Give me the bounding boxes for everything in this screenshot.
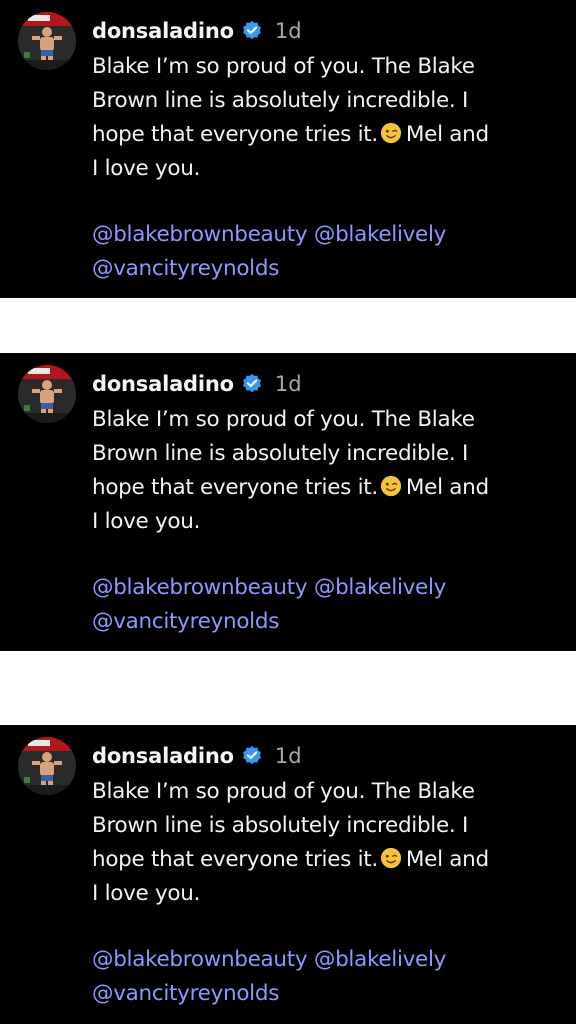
timestamp: 1d <box>274 19 302 43</box>
verified-badge-icon <box>242 20 261 40</box>
text-line: I love you. <box>92 509 201 534</box>
mention-link[interactable]: @vancityreynolds <box>92 981 279 1006</box>
username[interactable]: donsaladino <box>92 372 234 396</box>
mention-link[interactable]: @blakebrownbeauty <box>92 222 308 247</box>
text-line: Blake I’m so proud of you. The Blake <box>92 407 475 432</box>
timestamp: 1d <box>274 744 302 768</box>
comment-header: donsaladino 1d <box>92 741 302 771</box>
text-line: Blake I’m so proud of you. The Blake <box>92 54 475 79</box>
username[interactable]: donsaladino <box>92 19 234 43</box>
username[interactable]: donsaladino <box>92 744 234 768</box>
avatar[interactable] <box>18 737 76 795</box>
text-fragment: hope that everyone tries it. <box>92 122 378 147</box>
text-line: hope that everyone tries it. Mel and <box>92 118 562 152</box>
text-line: hope that everyone tries it. Mel and <box>92 471 562 505</box>
mention-link[interactable]: @blakelively <box>314 947 447 972</box>
mentions-line: @vancityreynolds <box>92 977 446 1011</box>
mention-link[interactable]: @blakelively <box>314 222 447 247</box>
mentions-line: @blakebrownbeauty @blakelively <box>92 571 446 605</box>
text-fragment: hope that everyone tries it. <box>92 847 378 872</box>
text-line: I love you. <box>92 156 201 181</box>
mention-link[interactable]: @vancityreynolds <box>92 609 279 634</box>
verified-badge-icon <box>242 373 261 393</box>
comment-card: donsaladino 1d Blake I’m so proud of you… <box>0 0 576 298</box>
avatar-image <box>18 12 76 70</box>
comment-text: Blake I’m so proud of you. The Blake Bro… <box>92 50 562 186</box>
winking-face-emoji-icon <box>380 847 402 869</box>
text-line: Brown line is absolutely incredible. I <box>92 813 469 838</box>
comment-header: donsaladino 1d <box>92 369 302 399</box>
text-line: Blake I’m so proud of you. The Blake <box>92 779 475 804</box>
text-fragment: Mel and <box>405 122 489 147</box>
mentions-line: @vancityreynolds <box>92 605 446 639</box>
text-line: I love you. <box>92 881 201 906</box>
timestamp: 1d <box>274 372 302 396</box>
mentions-line: @blakebrownbeauty @blakelively <box>92 943 446 977</box>
text-line: hope that everyone tries it. Mel and <box>92 843 562 877</box>
mention-link[interactable]: @blakelively <box>314 575 447 600</box>
winking-face-emoji-icon <box>380 122 402 144</box>
mentions-line: @vancityreynolds <box>92 252 446 286</box>
comment-text: Blake I’m so proud of you. The Blake Bro… <box>92 403 562 539</box>
text-line: Brown line is absolutely incredible. I <box>92 88 469 113</box>
text-fragment: Mel and <box>405 475 489 500</box>
mentions: @blakebrownbeauty @blakelively @vancityr… <box>92 218 446 286</box>
avatar-image <box>18 737 76 795</box>
comment-text: Blake I’m so proud of you. The Blake Bro… <box>92 775 562 911</box>
comment-card: donsaladino 1d Blake I’m so proud of you… <box>0 353 576 651</box>
comment-card: donsaladino 1d Blake I’m so proud of you… <box>0 725 576 1024</box>
mentions: @blakebrownbeauty @blakelively @vancityr… <box>92 943 446 1011</box>
avatar[interactable] <box>18 365 76 423</box>
verified-badge-icon <box>242 745 261 765</box>
mention-link[interactable]: @vancityreynolds <box>92 256 279 281</box>
avatar[interactable] <box>18 12 76 70</box>
text-fragment: hope that everyone tries it. <box>92 475 378 500</box>
avatar-image <box>18 365 76 423</box>
mention-link[interactable]: @blakebrownbeauty <box>92 947 308 972</box>
text-line: Brown line is absolutely incredible. I <box>92 441 469 466</box>
comment-header: donsaladino 1d <box>92 16 302 46</box>
mentions-line: @blakebrownbeauty @blakelively <box>92 218 446 252</box>
text-fragment: Mel and <box>405 847 489 872</box>
mention-link[interactable]: @blakebrownbeauty <box>92 575 308 600</box>
mentions: @blakebrownbeauty @blakelively @vancityr… <box>92 571 446 639</box>
winking-face-emoji-icon <box>380 475 402 497</box>
